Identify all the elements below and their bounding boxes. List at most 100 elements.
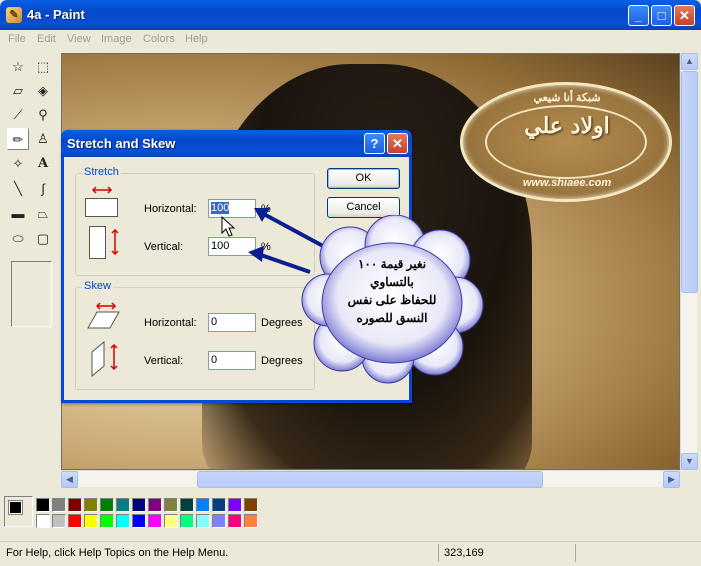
toolbox: ☆ ⬚ ▱ ◈ ⟋ ⚲ ✏ ♙ ✧ A ╲ ∫ ▬ ⏢ ⬭ ▢ [0, 51, 58, 491]
stretch-vertical-label: Vertical: [144, 241, 184, 253]
emblem-url: www.shiaee.com [522, 177, 612, 189]
scroll-right-icon[interactable]: ▶ [663, 471, 680, 488]
palette-swatch[interactable] [84, 498, 98, 512]
palette-swatch[interactable] [228, 514, 242, 528]
fill-bucket-icon[interactable]: ◈ [32, 80, 54, 102]
magnifier-icon[interactable]: ⚲ [32, 104, 54, 126]
palette-swatch[interactable] [196, 498, 210, 512]
pencil-icon[interactable]: ✏ [7, 128, 29, 150]
palette-swatch[interactable] [68, 514, 82, 528]
palette-swatch[interactable] [164, 514, 178, 528]
scroll-down-icon[interactable]: ▼ [681, 453, 698, 470]
skew-horizontal-unit: Degrees [261, 317, 303, 329]
palette-swatch[interactable] [116, 498, 130, 512]
title-bar: ✎ 4a - Paint _ □ ✕ [0, 0, 701, 30]
palette-swatch[interactable] [180, 498, 194, 512]
paint-icon[interactable]: ✎ [6, 7, 22, 23]
dialog-close-button[interactable]: ✕ [387, 133, 408, 154]
menu-file[interactable]: File [8, 33, 26, 45]
window-title: 4a - Paint [27, 7, 85, 22]
maximize-button[interactable]: □ [651, 5, 672, 26]
skew-vertical-field[interactable]: 0 [208, 351, 256, 370]
palette-swatch[interactable] [132, 514, 146, 528]
scroll-up-icon[interactable]: ▲ [681, 53, 698, 70]
palette-swatch[interactable] [36, 514, 50, 528]
palette-swatch[interactable] [52, 498, 66, 512]
current-colors[interactable] [4, 496, 33, 527]
status-bar: For Help, click Help Topics on the Help … [0, 541, 701, 563]
rounded-rect-icon[interactable]: ▢ [32, 228, 54, 250]
palette-swatch[interactable] [148, 498, 162, 512]
emblem-title: اولاد علي [524, 113, 610, 139]
menu-help[interactable]: Help [185, 33, 208, 45]
tool-options[interactable] [11, 261, 52, 327]
menu-bar: File Edit View Image Colors Help [0, 30, 701, 49]
palette-swatch[interactable] [212, 514, 226, 528]
palette-swatch[interactable] [116, 514, 130, 528]
palette-swatch[interactable] [164, 498, 178, 512]
dialog-title-bar: Stretch and Skew ? ✕ [61, 130, 412, 157]
vertical-scrollbar[interactable]: ▲ ▼ [680, 53, 698, 470]
skew-vertical-unit: Degrees [261, 355, 303, 367]
emblem-top-text: شبكة أنا شيعي [533, 92, 601, 104]
skew-group-label: Skew [82, 280, 113, 292]
eraser-icon[interactable]: ▱ [7, 80, 29, 102]
brush-icon[interactable]: ♙ [32, 128, 54, 150]
rect-select-icon[interactable]: ⬚ [32, 56, 54, 78]
horizontal-scroll-thumb[interactable] [197, 471, 543, 488]
palette-swatch[interactable] [68, 498, 82, 512]
menu-image[interactable]: Image [101, 33, 132, 45]
palette-swatch[interactable] [228, 498, 242, 512]
callout-text: نغير قيمة ١٠٠ بالتساوي للحفاظ على نفس ال… [322, 255, 462, 327]
polygon-icon[interactable]: ⏢ [32, 203, 54, 225]
horizontal-scrollbar[interactable]: ◀ ▶ [61, 470, 680, 488]
curve-icon[interactable]: ∫ [32, 178, 54, 200]
dialog-title: Stretch and Skew [67, 136, 176, 151]
callout-line-3: للحفاظ على نفس [347, 293, 437, 307]
callout-line-2: بالتساوي [370, 275, 414, 289]
menu-view[interactable]: View [67, 33, 91, 45]
minimize-button[interactable]: _ [628, 5, 649, 26]
palette-swatch[interactable] [84, 514, 98, 528]
palette-swatch[interactable] [244, 514, 258, 528]
palette-swatch[interactable] [212, 498, 226, 512]
skew-horizontal-label: Horizontal: [144, 317, 197, 329]
palette-swatch[interactable] [36, 498, 50, 512]
line-icon[interactable]: ╲ [7, 178, 29, 200]
palette-swatch[interactable] [148, 514, 162, 528]
skew-vertical-label: Vertical: [144, 355, 184, 367]
menu-edit[interactable]: Edit [37, 33, 56, 45]
free-select-icon[interactable]: ☆ [7, 56, 29, 78]
ok-button[interactable]: OK [327, 168, 400, 189]
close-button[interactable]: ✕ [674, 5, 695, 26]
airbrush-icon[interactable]: ✧ [7, 153, 29, 175]
rectangle-icon[interactable]: ▬ [7, 203, 29, 225]
horizontal-skew-icon [87, 302, 120, 329]
text-icon[interactable]: A [32, 153, 54, 175]
vertical-skew-icon [91, 340, 118, 378]
palette-swatch[interactable] [132, 498, 146, 512]
callout-line-1: نغير قيمة ١٠٠ [357, 257, 427, 271]
foreground-color[interactable] [8, 500, 23, 515]
stretch-horizontal-value: 100 [211, 202, 230, 214]
emblem-logo: شبكة أنا شيعي اولاد علي www.shiaee.com [460, 82, 672, 202]
stretch-horizontal-label: Horizontal: [144, 203, 197, 215]
palette-swatch[interactable] [244, 498, 258, 512]
vertical-scroll-thumb[interactable] [681, 71, 698, 293]
color-picker-icon[interactable]: ⟋ [7, 104, 29, 126]
help-icon[interactable]: ? [364, 133, 385, 154]
ellipse-icon[interactable]: ⬭ [7, 228, 29, 250]
status-help-text: For Help, click Help Topics on the Help … [6, 547, 229, 559]
palette-swatch[interactable] [52, 514, 66, 528]
skew-horizontal-field[interactable]: 0 [208, 313, 256, 332]
stretch-group-label: Stretch [82, 166, 121, 178]
status-coordinates: 323,169 [444, 547, 484, 559]
scroll-left-icon[interactable]: ◀ [61, 471, 78, 488]
palette-swatch[interactable] [100, 514, 114, 528]
palette-swatch[interactable] [100, 498, 114, 512]
callout-line-4: النسق للصوره [356, 311, 428, 325]
palette-swatch[interactable] [180, 514, 194, 528]
horizontal-stretch-icon [85, 186, 118, 217]
palette-swatch[interactable] [196, 514, 210, 528]
menu-colors[interactable]: Colors [143, 33, 175, 45]
